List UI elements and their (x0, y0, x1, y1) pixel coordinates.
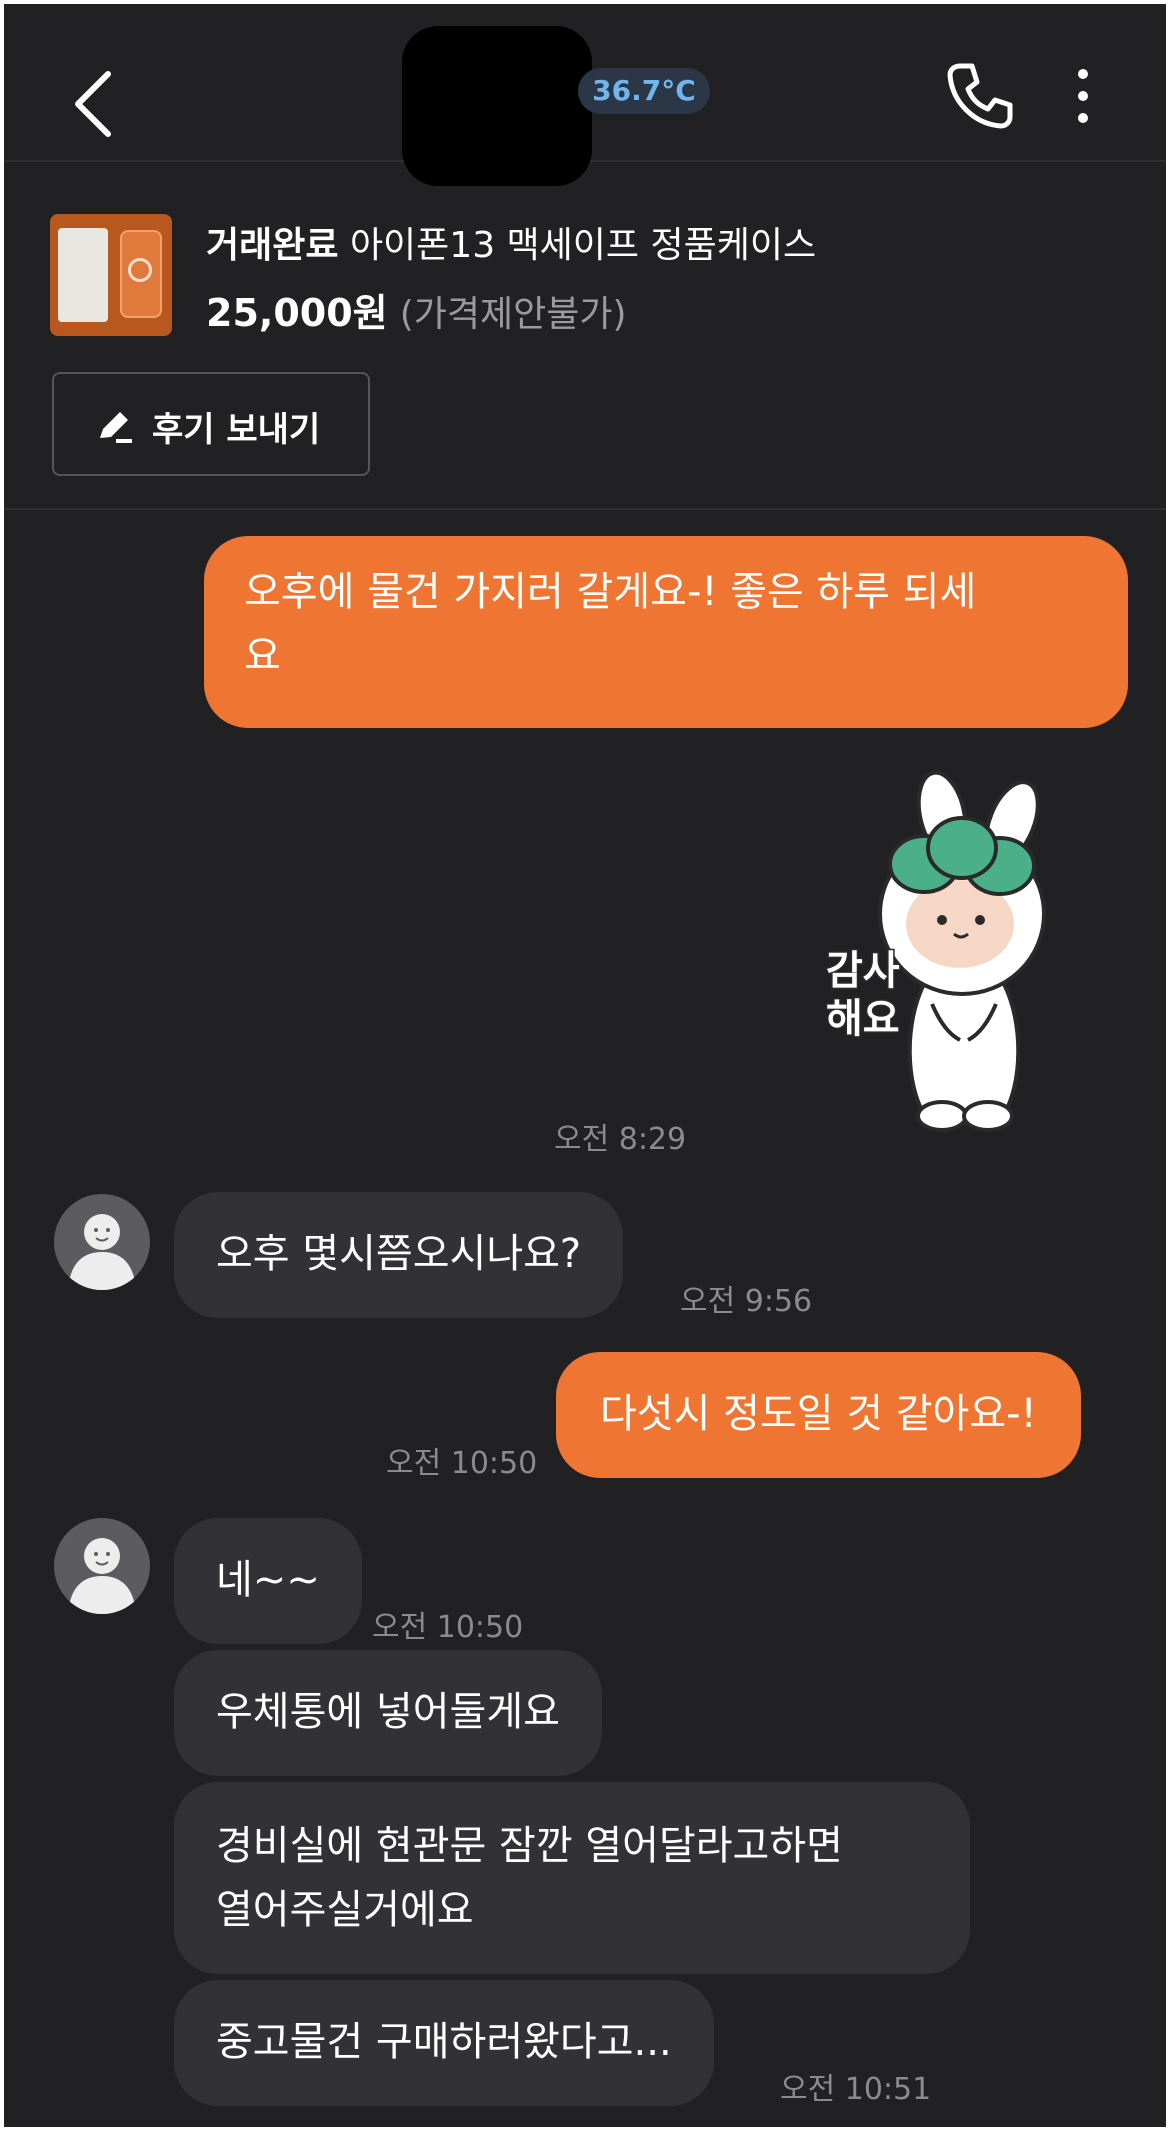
message-text-line: 오후에 물건 가지러 갈게요-! 좋은 하루 되세 (244, 569, 977, 615)
sender-avatar[interactable] (54, 1194, 150, 1290)
message-timestamp: 오전 9:56 (680, 1284, 813, 1319)
sticker-text-line1: 감사 (826, 948, 900, 994)
incoming-message-bubble[interactable]: 오후 몇시쯤오시나요? (174, 1192, 624, 1318)
send-review-label: 후기 보내기 (152, 410, 321, 450)
product-price-line: 25,000원 (가격제안불가) (206, 282, 627, 337)
default-profile-icon (68, 1214, 136, 1290)
phone-frame: 36.7°C 거래완료 아이폰13 맥세이프 정품케이스 25,000원 (가격… (0, 0, 1170, 2131)
message-timestamp: 오전 8:29 (554, 1122, 687, 1157)
sticker-text-line2: 해요 (826, 996, 900, 1042)
message-text-line: 요 (244, 633, 281, 679)
pencil-icon (100, 412, 132, 443)
product-price: 25,000원 (206, 291, 388, 335)
redacted-username (402, 26, 592, 186)
chat-screen: 36.7°C 거래완료 아이폰13 맥세이프 정품케이스 25,000원 (가격… (4, 4, 1166, 2127)
incoming-message-bubble[interactable]: 우체통에 넣어둘게요 (174, 1650, 602, 1776)
message-text-line: 경비실에 현관문 잠깐 열어달라고하면 (216, 1823, 843, 1869)
magsafe-ring-image (128, 258, 152, 282)
trade-status: 거래완료 (206, 225, 339, 266)
incoming-message-bubble[interactable]: 경비실에 현관문 잠깐 열어달라고하면 열어주실거에요 (174, 1782, 970, 1974)
price-negotiable-note: (가격제안불가) (399, 294, 627, 335)
send-review-button[interactable]: 후기 보내기 (52, 372, 370, 476)
sender-avatar[interactable] (54, 1518, 150, 1614)
outgoing-message-bubble[interactable]: 다섯시 정도일 것 같아요-! (556, 1352, 1081, 1478)
product-title: 아이폰13 맥세이프 정품케이스 (349, 225, 817, 266)
incoming-message-bubble[interactable]: 네~~ (174, 1518, 362, 1644)
more-options-icon[interactable] (1068, 66, 1098, 126)
message-timestamp: 오전 10:50 (372, 1610, 524, 1645)
product-box-image (58, 228, 108, 322)
message-timestamp: 오전 10:51 (780, 2072, 932, 2107)
product-title-line: 거래완료 아이폰13 맥세이프 정품케이스 (206, 216, 816, 268)
message-timestamp: 오전 10:50 (386, 1446, 538, 1481)
default-profile-icon (68, 1538, 136, 1614)
outgoing-message-bubble[interactable]: 오후에 물건 가지러 갈게요-! 좋은 하루 되세 요 (204, 536, 1128, 728)
manner-temperature-badge: 36.7°C (578, 68, 710, 114)
chat-header: 36.7°C (4, 4, 1166, 186)
phone-call-icon[interactable] (944, 60, 1014, 130)
product-thumbnail[interactable] (50, 214, 172, 336)
thank-you-sticker[interactable]: 감사 해요 (774, 764, 1064, 1134)
product-info-bar[interactable]: 거래완료 아이폰13 맥세이프 정품케이스 25,000원 (가격제안불가) 후… (4, 164, 1166, 510)
message-text-line: 열어주실거에요 (216, 1887, 474, 1933)
back-arrow-icon[interactable] (64, 64, 124, 144)
incoming-message-bubble[interactable]: 중고물건 구매하러왔다고... (174, 1980, 714, 2106)
